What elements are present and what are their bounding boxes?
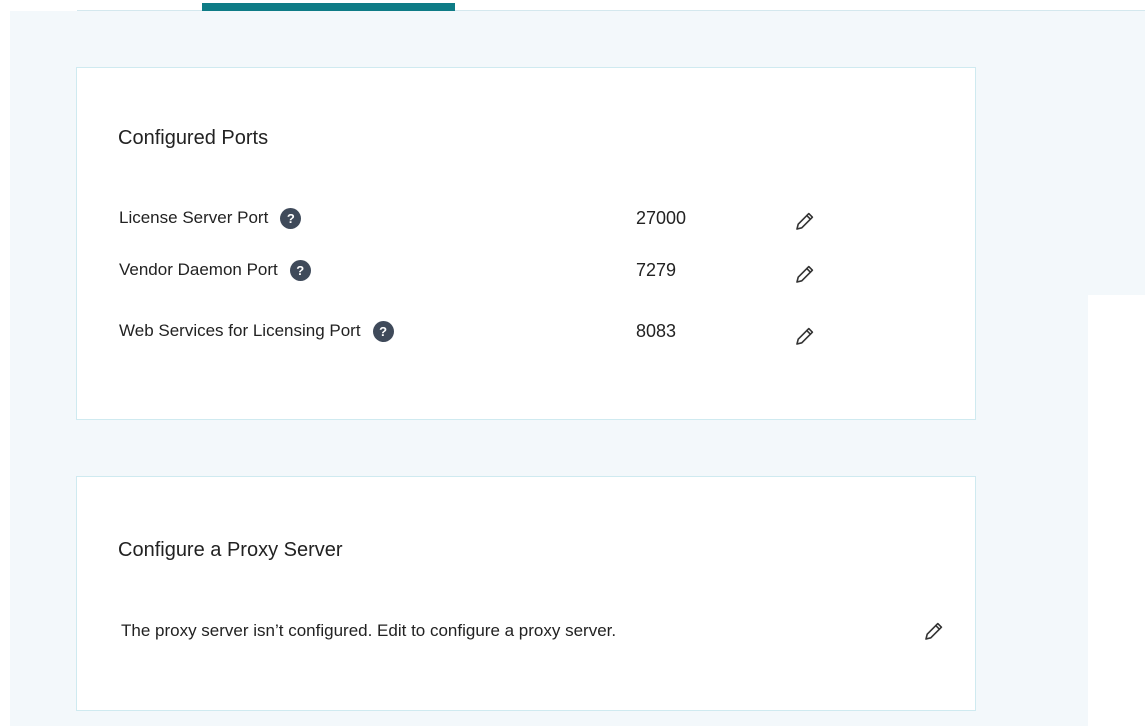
question-icon[interactable]: ? <box>289 259 311 281</box>
license-server-port-value: 27000 <box>636 208 687 228</box>
pencil-icon[interactable] <box>794 325 816 347</box>
port-label-wrap: Vendor Daemon Port ? <box>119 258 311 282</box>
question-icon[interactable]: ? <box>372 320 394 342</box>
web-services-port-label: Web Services for Licensing Port <box>119 321 361 340</box>
pencil-icon[interactable] <box>794 210 816 232</box>
configured-ports-card: Configured Ports License Server Port ? 2… <box>76 67 976 420</box>
port-row-vendor-daemon: Vendor Daemon Port ? 7279 <box>77 258 975 288</box>
proxy-server-card: Configure a Proxy Server The proxy serve… <box>76 476 976 711</box>
proxy-server-title: Configure a Proxy Server <box>118 539 343 561</box>
page-background-cutout <box>1088 295 1145 726</box>
proxy-status-text: The proxy server isn’t configured. Edit … <box>121 621 617 640</box>
vendor-daemon-port-label: Vendor Daemon Port <box>119 260 278 279</box>
pencil-icon[interactable] <box>923 620 945 642</box>
web-services-port-value: 8083 <box>636 321 677 341</box>
pencil-icon[interactable] <box>794 263 816 285</box>
port-label-wrap: Web Services for Licensing Port ? <box>119 319 394 343</box>
license-server-port-label: License Server Port <box>119 208 269 227</box>
vendor-daemon-port-value: 7279 <box>636 260 677 280</box>
port-row-license-server: License Server Port ? 27000 <box>77 206 975 236</box>
question-icon[interactable]: ? <box>280 207 302 229</box>
port-row-web-services: Web Services for Licensing Port ? 8083 <box>77 319 975 349</box>
configured-ports-title: Configured Ports <box>118 127 269 149</box>
active-tab-indicator <box>202 3 455 11</box>
port-label-wrap: License Server Port ? <box>119 206 302 230</box>
